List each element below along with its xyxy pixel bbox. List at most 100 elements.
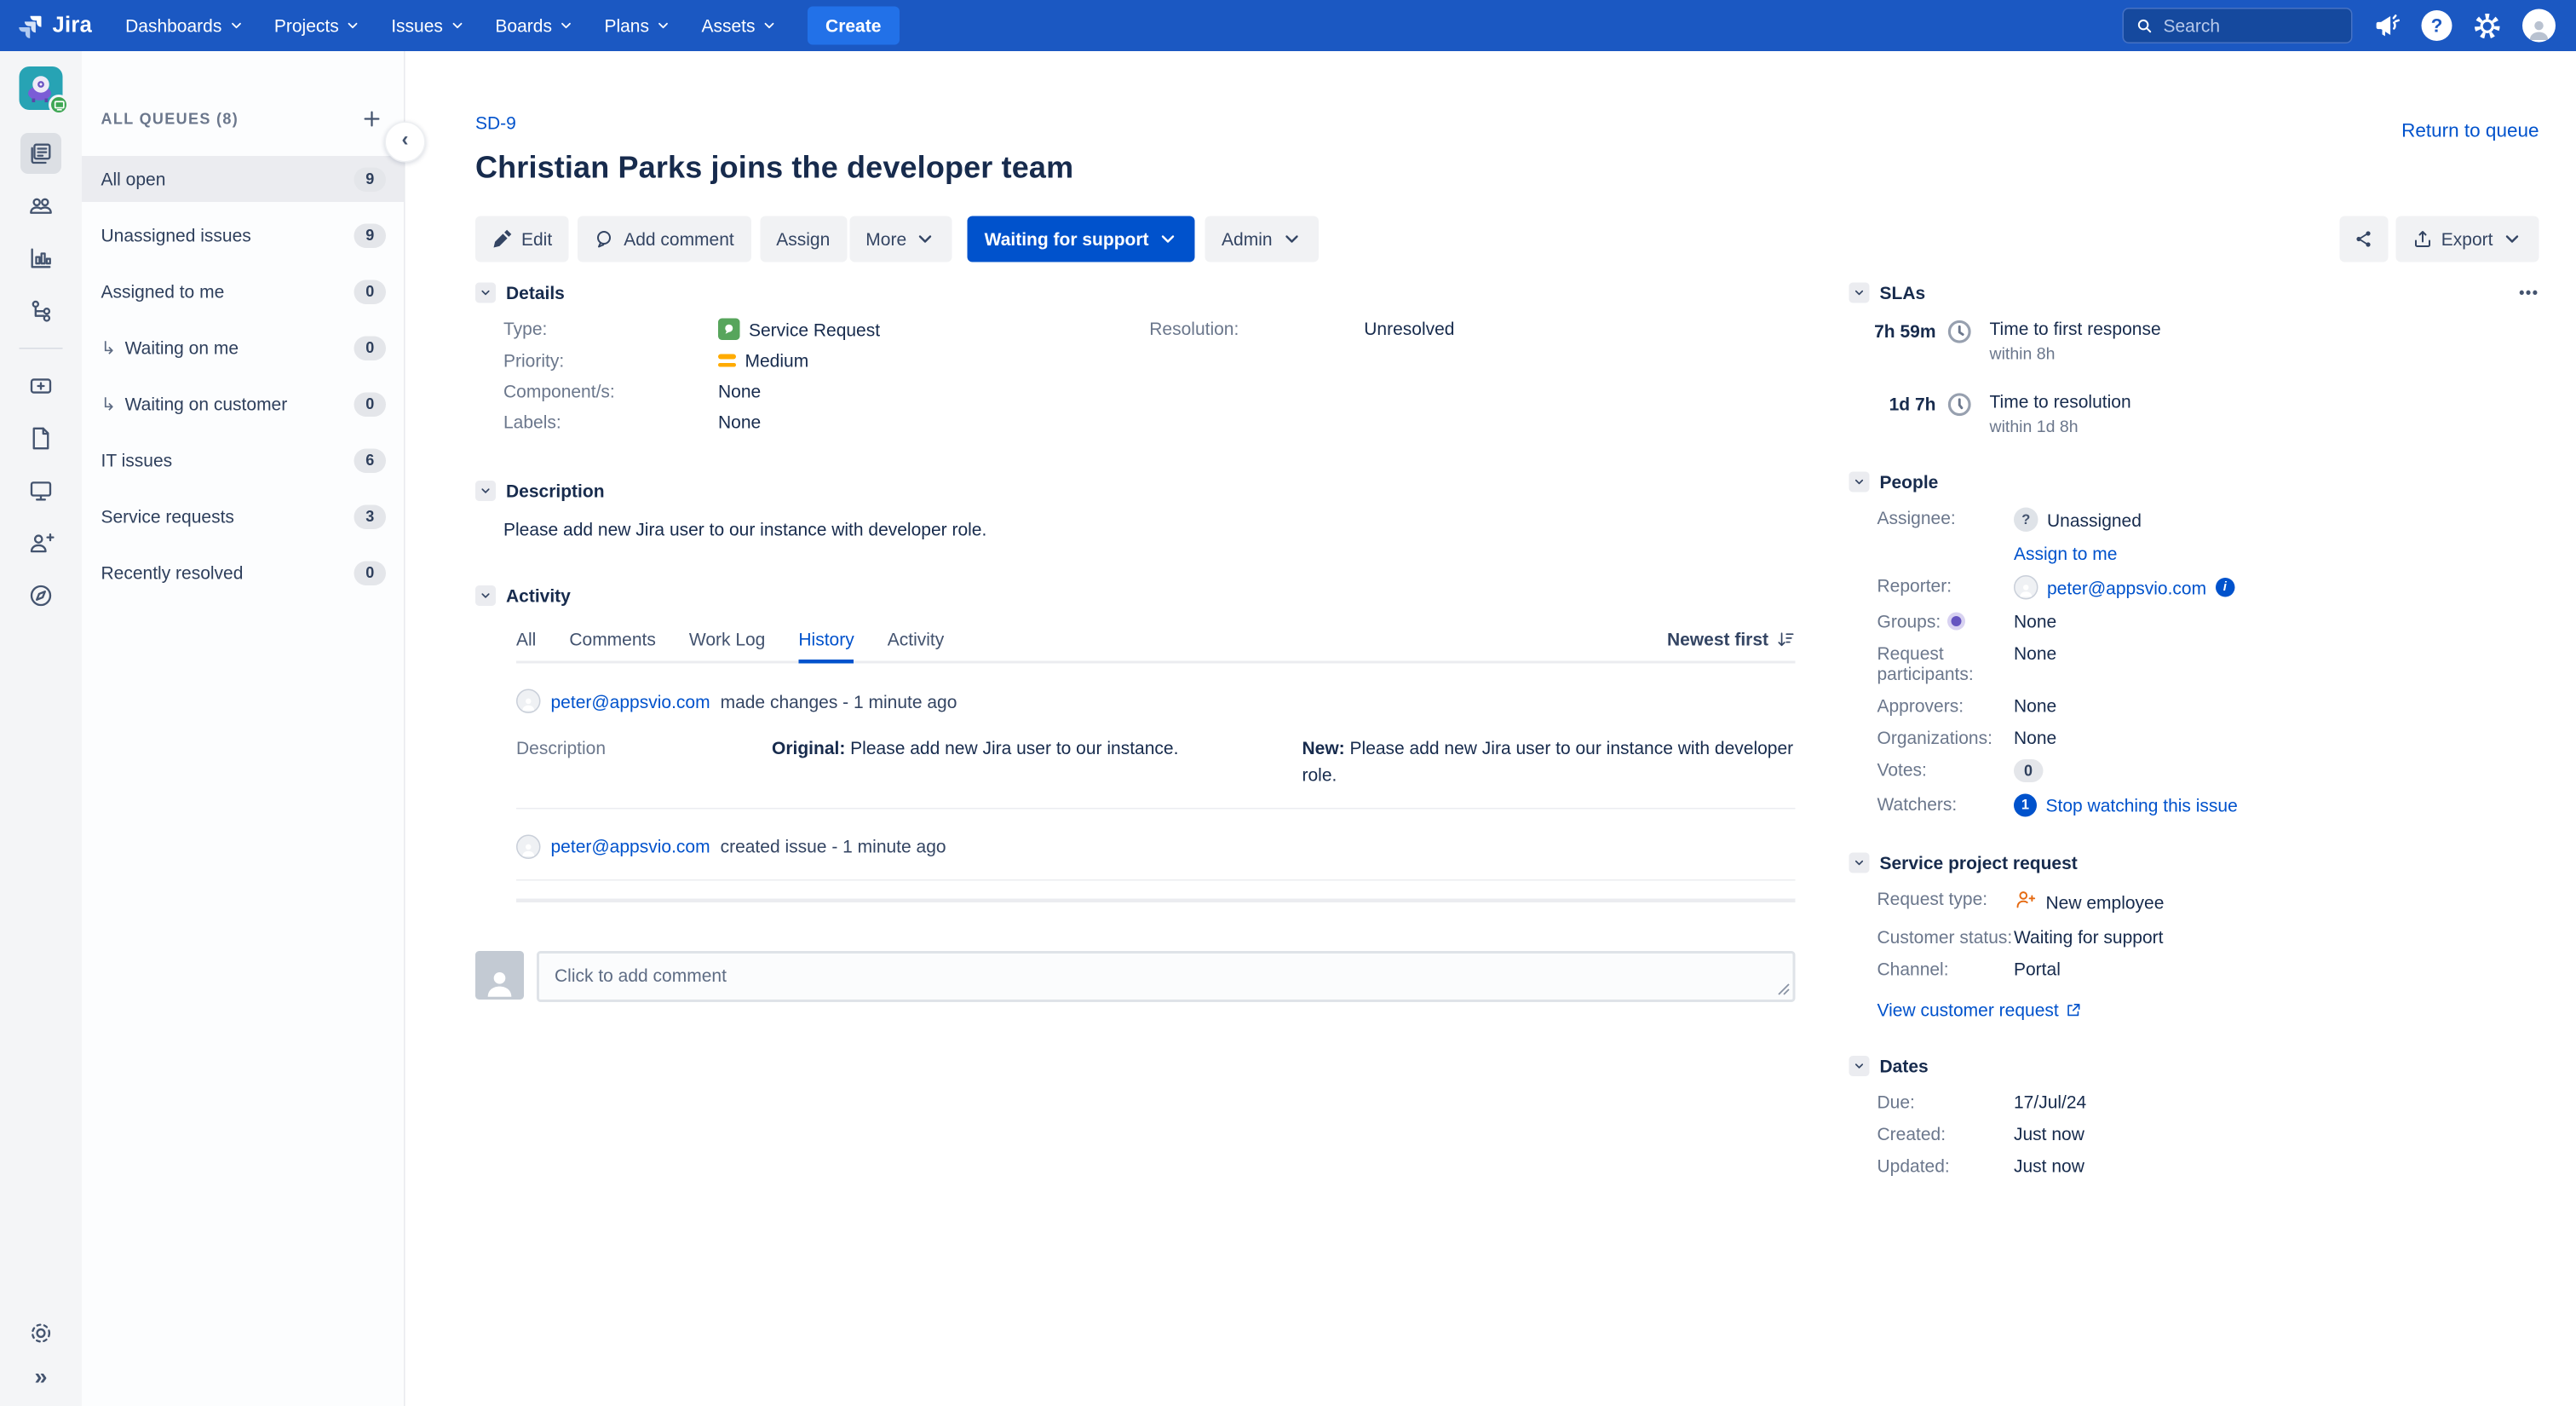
created-value: Just now: [2014, 1123, 2084, 1144]
settings-button[interactable]: [2473, 11, 2503, 41]
collapse-activity-button[interactable]: [475, 585, 496, 607]
rail-channels-icon[interactable]: [20, 470, 61, 511]
assignee-value: ? Unassigned Assign to me: [2014, 507, 2539, 564]
history-entry: peter@appsvio.com created issue - 1 minu…: [516, 809, 1796, 879]
assign-to-me-link[interactable]: Assign to me: [2014, 544, 2117, 564]
status-button[interactable]: Waiting for support: [968, 216, 1195, 262]
people-section: People Assignee: ? Unassigned Assign to …: [1849, 471, 2539, 817]
add-comment-button[interactable]: Add comment: [578, 216, 751, 262]
assign-button[interactable]: Assign: [759, 216, 847, 262]
queue-item-assigned-to-me[interactable]: Assigned to me 0: [82, 268, 404, 314]
announcements-button[interactable]: [2373, 12, 2401, 40]
help-button[interactable]: ?: [2421, 10, 2452, 41]
rail-discover-icon[interactable]: [20, 575, 61, 616]
issue-key-link[interactable]: SD-9: [475, 112, 516, 133]
collapse-service-request-button[interactable]: [1849, 852, 1870, 873]
jira-logo[interactable]: Jira: [18, 13, 92, 38]
add-queue-button[interactable]: [360, 107, 383, 130]
project-settings-gear-icon[interactable]: [20, 1313, 61, 1354]
slas-section: SLAs ••• 7h 59m Time to first response w…: [1849, 282, 2539, 436]
resize-grip-icon[interactable]: [1778, 982, 1791, 995]
rail-queues-icon[interactable]: [20, 133, 61, 174]
due-label: Due:: [1877, 1092, 1915, 1112]
info-icon[interactable]: i: [2215, 578, 2235, 597]
queue-item-all-open[interactable]: All open 9: [82, 156, 404, 202]
reporter-link[interactable]: peter@appsvio.com: [2047, 577, 2206, 597]
nav-dashboards[interactable]: Dashboards: [125, 15, 244, 36]
external-link-icon: [2067, 1003, 2080, 1016]
sla-remaining: 7h 59m: [1874, 320, 1936, 342]
chevron-down-icon: [764, 22, 774, 29]
chevron-down-icon: [2505, 235, 2519, 243]
more-button[interactable]: More: [848, 216, 953, 262]
queue-item-waiting-on-customer[interactable]: ↳ Waiting on customer 0: [82, 381, 404, 427]
chevron-down-icon: [1854, 1063, 1864, 1069]
collapse-dates-button[interactable]: [1849, 1056, 1870, 1076]
comment-composer: [475, 950, 1796, 1006]
collapse-people-button[interactable]: [1849, 471, 1870, 493]
expand-sidebar-icon[interactable]: »: [34, 1365, 47, 1388]
issue-sidebar: SLAs ••• 7h 59m Time to first response w…: [1849, 282, 2539, 1213]
view-customer-request-link[interactable]: View customer request: [1849, 1000, 2539, 1020]
groups-value: None: [2014, 611, 2057, 631]
tab-comments[interactable]: Comments: [569, 629, 656, 661]
nav-issues[interactable]: Issues: [391, 15, 464, 36]
groups-app-icon[interactable]: [1946, 612, 1965, 631]
tab-activity[interactable]: Activity: [888, 629, 945, 661]
groups-label: Groups:: [1877, 611, 2015, 631]
tab-all[interactable]: All: [516, 629, 536, 661]
reporter-label: Reporter:: [1877, 575, 1952, 596]
create-button[interactable]: Create: [808, 6, 900, 45]
history-user-link[interactable]: peter@appsvio.com: [551, 691, 710, 712]
queue-item-recently-resolved[interactable]: Recently resolved 0: [82, 550, 404, 596]
slas-more-menu-icon[interactable]: •••: [2519, 284, 2539, 302]
comment-bubble-icon: [597, 231, 612, 248]
rail-views-icon[interactable]: [20, 291, 61, 331]
chevron-down-icon: [1854, 479, 1864, 485]
queue-count-badge: 3: [354, 504, 386, 529]
queue-count-badge: 0: [354, 391, 386, 417]
admin-button[interactable]: Admin: [1205, 216, 1319, 262]
sort-order-button[interactable]: Newest first: [1667, 629, 1796, 661]
search-input[interactable]: [2163, 15, 2338, 36]
priority-medium-icon: [718, 354, 736, 367]
export-button[interactable]: Export: [2395, 216, 2539, 262]
details-heading: Details: [506, 282, 565, 303]
customer-status-value: Waiting for support: [2014, 926, 2164, 948]
votes-badge[interactable]: 0: [2014, 759, 2044, 782]
rail-pages-icon[interactable]: [20, 418, 61, 459]
watchers-count-badge[interactable]: 1: [2014, 793, 2037, 817]
history-user-link[interactable]: peter@appsvio.com: [551, 837, 710, 857]
resolution-label: Resolution:: [1149, 318, 1239, 339]
collapse-details-button[interactable]: [475, 282, 496, 303]
comment-input[interactable]: [537, 950, 1796, 1002]
edit-button[interactable]: Edit: [475, 216, 569, 262]
search-box[interactable]: [2122, 8, 2353, 43]
project-avatar[interactable]: [19, 66, 69, 115]
jira-app: Jira Dashboards Projects Issues Boards P…: [0, 0, 2576, 1406]
collapse-description-button[interactable]: [475, 481, 496, 501]
queue-item-waiting-on-me[interactable]: ↳ Waiting on me 0: [82, 325, 404, 371]
queue-item-it-issues[interactable]: IT issues 6: [82, 437, 404, 483]
queue-item-unassigned-issues[interactable]: Unassigned issues 9: [82, 212, 404, 258]
labels-label: Labels:: [503, 412, 561, 432]
activity-heading: Activity: [506, 585, 571, 607]
rail-shortcut-add-icon[interactable]: [20, 366, 61, 406]
user-avatar-button[interactable]: [2522, 9, 2556, 43]
collapse-slas-button[interactable]: [1849, 282, 1870, 303]
return-to-queue-link[interactable]: Return to queue: [2401, 120, 2539, 142]
share-button[interactable]: [2338, 216, 2388, 262]
nav-boards[interactable]: Boards: [495, 15, 573, 36]
indent-arrow-icon: ↳: [101, 393, 117, 414]
rail-customers-icon[interactable]: [20, 186, 61, 227]
queue-item-service-requests[interactable]: Service requests 3: [82, 493, 404, 539]
collapse-sidebar-button[interactable]: ‹: [384, 121, 426, 163]
nav-projects[interactable]: Projects: [274, 15, 360, 36]
rail-reports-icon[interactable]: [20, 238, 61, 279]
nav-assets[interactable]: Assets: [702, 15, 778, 36]
rail-invite-team-icon[interactable]: [20, 523, 61, 564]
tab-history[interactable]: History: [798, 629, 854, 664]
tab-work-log[interactable]: Work Log: [689, 629, 766, 661]
stop-watching-link[interactable]: Stop watching this issue: [2046, 795, 2238, 815]
nav-plans[interactable]: Plans: [604, 15, 670, 36]
